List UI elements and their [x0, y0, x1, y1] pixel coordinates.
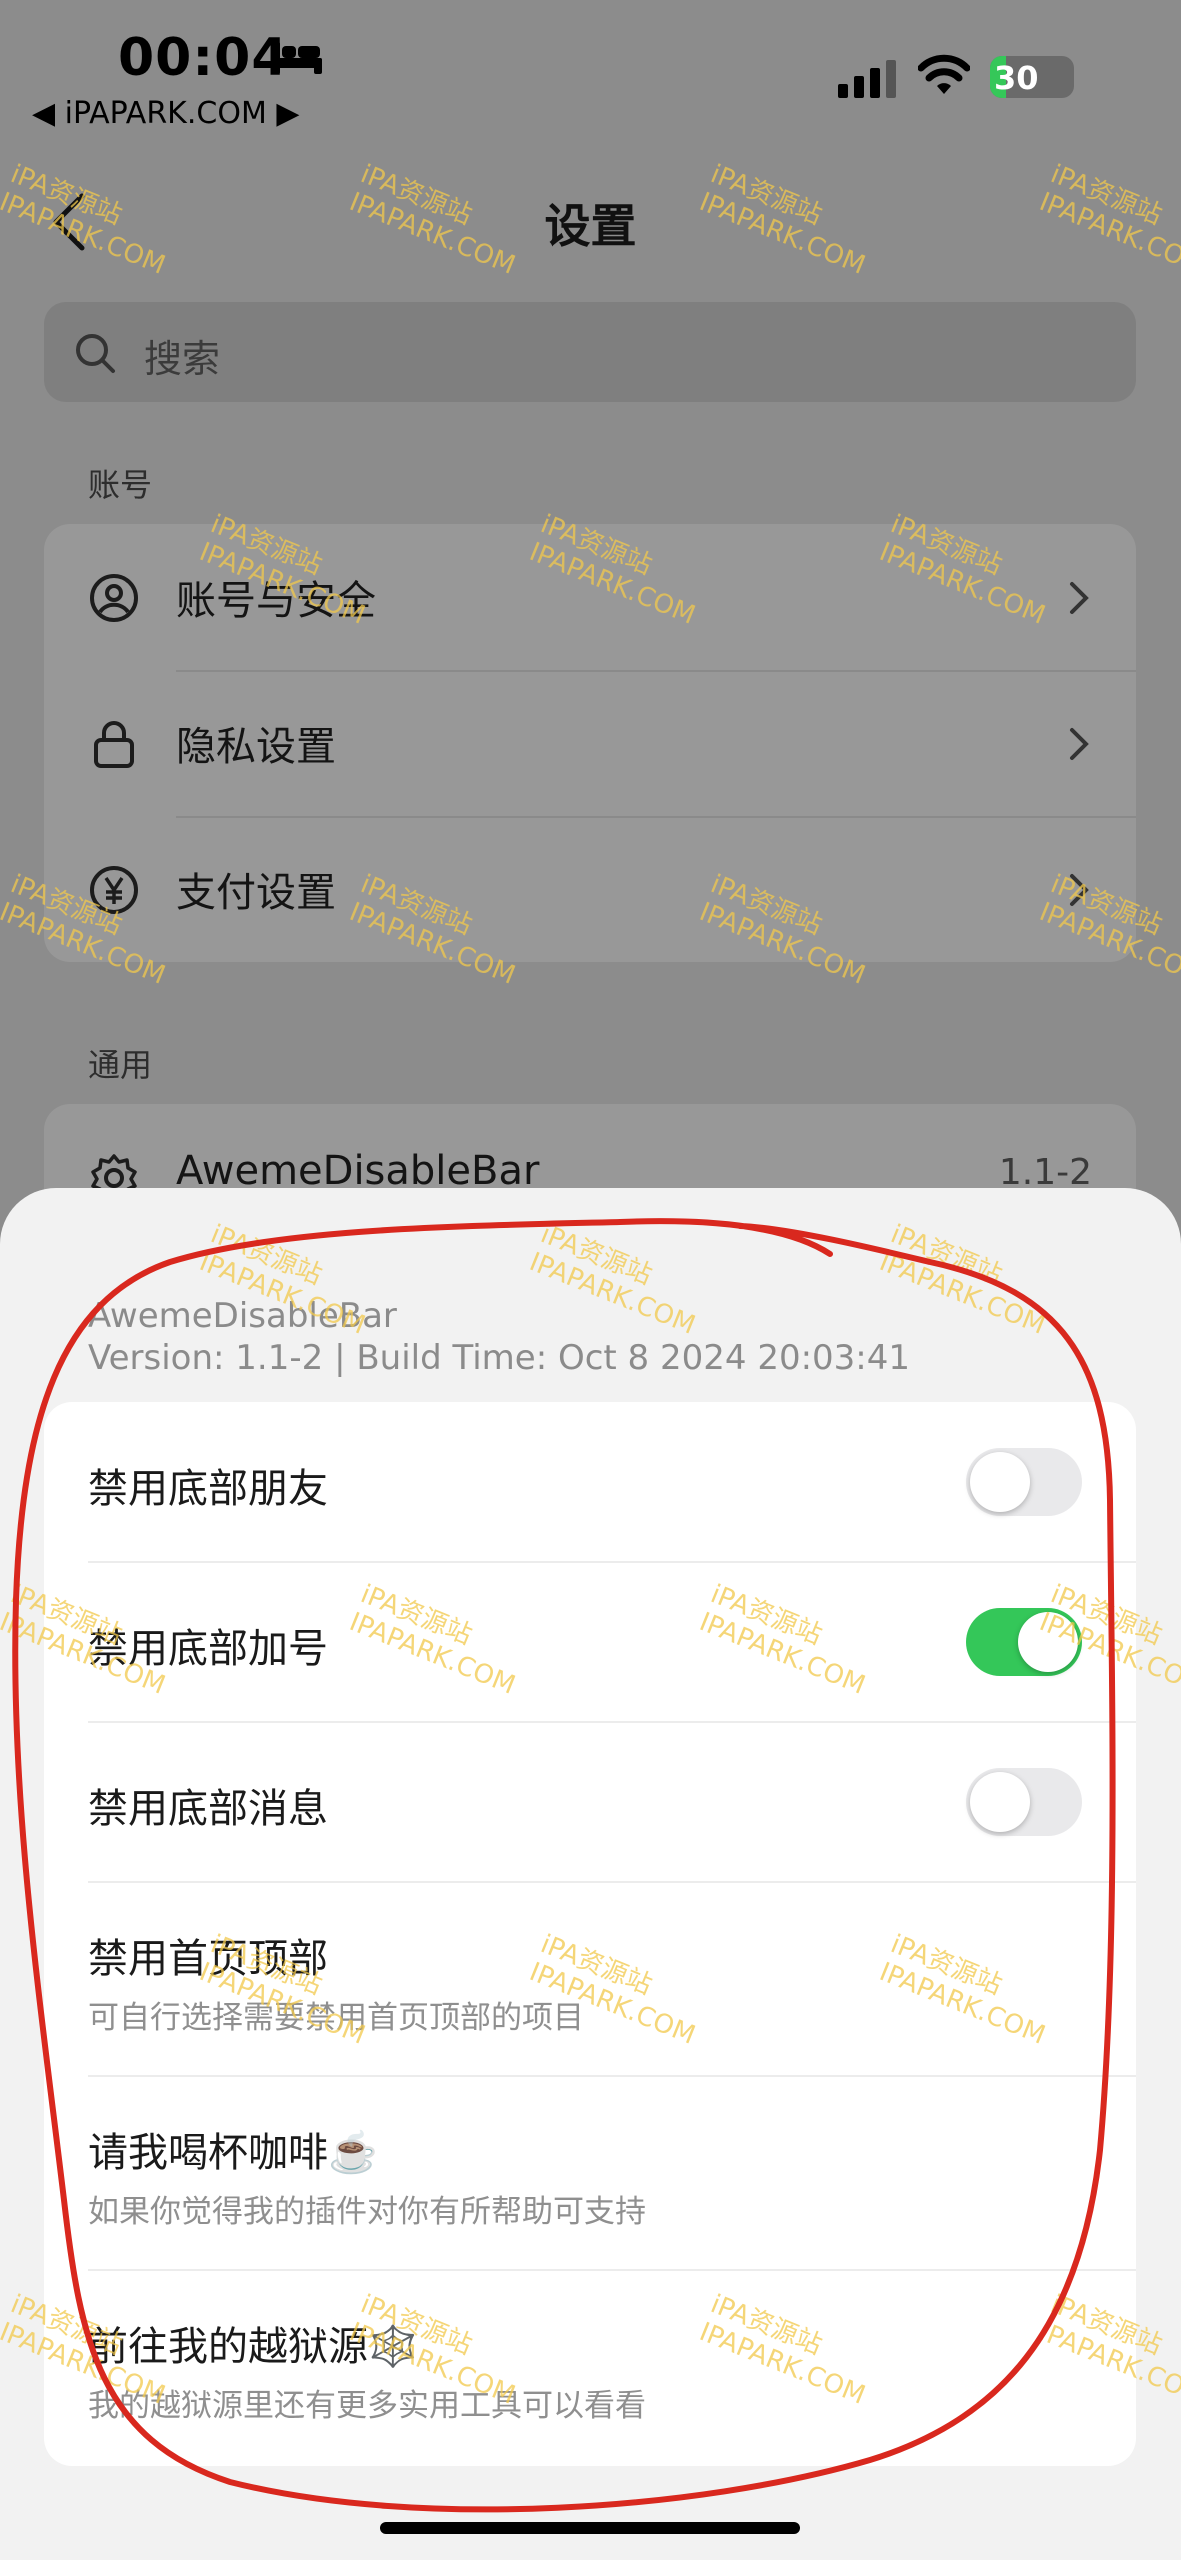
- link-row-buy-coffee[interactable]: 请我喝杯咖啡☕️ 如果你觉得我的插件对你有所帮助可支持: [44, 2076, 1136, 2270]
- settings-row-label: 隐私设置: [176, 724, 336, 770]
- settings-row-value: 1.1-2: [998, 1152, 1092, 1193]
- section-label-general: 通用: [88, 1046, 153, 1084]
- bed-icon: [272, 42, 322, 74]
- toggle-row-disable-friends: 禁用底部朋友: [44, 1402, 1136, 1562]
- link-row-repo[interactable]: 前往我的越狱源🕸️ 我的越狱源里还有更多实用工具可以看看: [44, 2270, 1136, 2464]
- settings-row-payment[interactable]: 支付设置: [44, 816, 1136, 962]
- section-label-account: 账号: [88, 466, 153, 504]
- back-to-app-link[interactable]: ◀ iPAPARK.COM ▶: [32, 96, 299, 131]
- link-subtitle: 如果你觉得我的插件对你有所帮助可支持: [88, 2194, 646, 2230]
- link-subtitle: 我的越狱源里还有更多实用工具可以看看: [88, 2388, 646, 2424]
- battery-level: 30: [994, 59, 1039, 97]
- watermark: iPA资源站 IPAPARK.COM: [695, 159, 870, 281]
- toggle-switch-friends[interactable]: [966, 1448, 1082, 1516]
- settings-row-privacy[interactable]: 隐私设置: [44, 670, 1136, 816]
- link-title: 请我喝杯咖啡☕️: [88, 2130, 378, 2176]
- chevron-right-icon: [1070, 728, 1089, 760]
- watermark: iPA资源站 IPAPARK.COM: [1035, 159, 1181, 281]
- chevron-right-icon: [1070, 582, 1089, 614]
- plugin-options-card: 禁用底部朋友 禁用底部加号 禁用底部消息 禁用首页顶部 可自行选择需要禁用首页顶…: [44, 1402, 1136, 2466]
- home-indicator: [380, 2522, 800, 2534]
- lock-icon: [94, 721, 134, 768]
- search-icon: [76, 334, 115, 373]
- watermark: iPA资源站 IPAPARK.COM: [345, 159, 520, 281]
- toggle-label: 禁用底部朋友: [88, 1466, 328, 1512]
- toggle-knob: [970, 1772, 1030, 1832]
- watermark: iPA资源站 IPAPARK.COM: [0, 159, 170, 281]
- toggle-label: 禁用底部消息: [88, 1786, 328, 1832]
- toggle-row-disable-plus: 禁用底部加号: [44, 1562, 1136, 1722]
- toggle-switch-messages[interactable]: [966, 1768, 1082, 1836]
- toggle-row-disable-messages: 禁用底部消息: [44, 1722, 1136, 1882]
- plugin-version: Version: 1.1-2 | Build Time: Oct 8 2024 …: [88, 1338, 911, 1378]
- search-placeholder: 搜索: [144, 337, 221, 381]
- search-bar[interactable]: 搜索: [44, 302, 1136, 402]
- wifi-icon: [918, 54, 970, 94]
- status-time: 00:04: [118, 28, 289, 88]
- cellular-signal-icon: [838, 60, 896, 98]
- toggle-knob: [970, 1452, 1030, 1512]
- user-circle-icon: [90, 574, 138, 622]
- battery-indicator: 30: [990, 56, 1074, 98]
- settings-row-label: 支付设置: [176, 870, 336, 916]
